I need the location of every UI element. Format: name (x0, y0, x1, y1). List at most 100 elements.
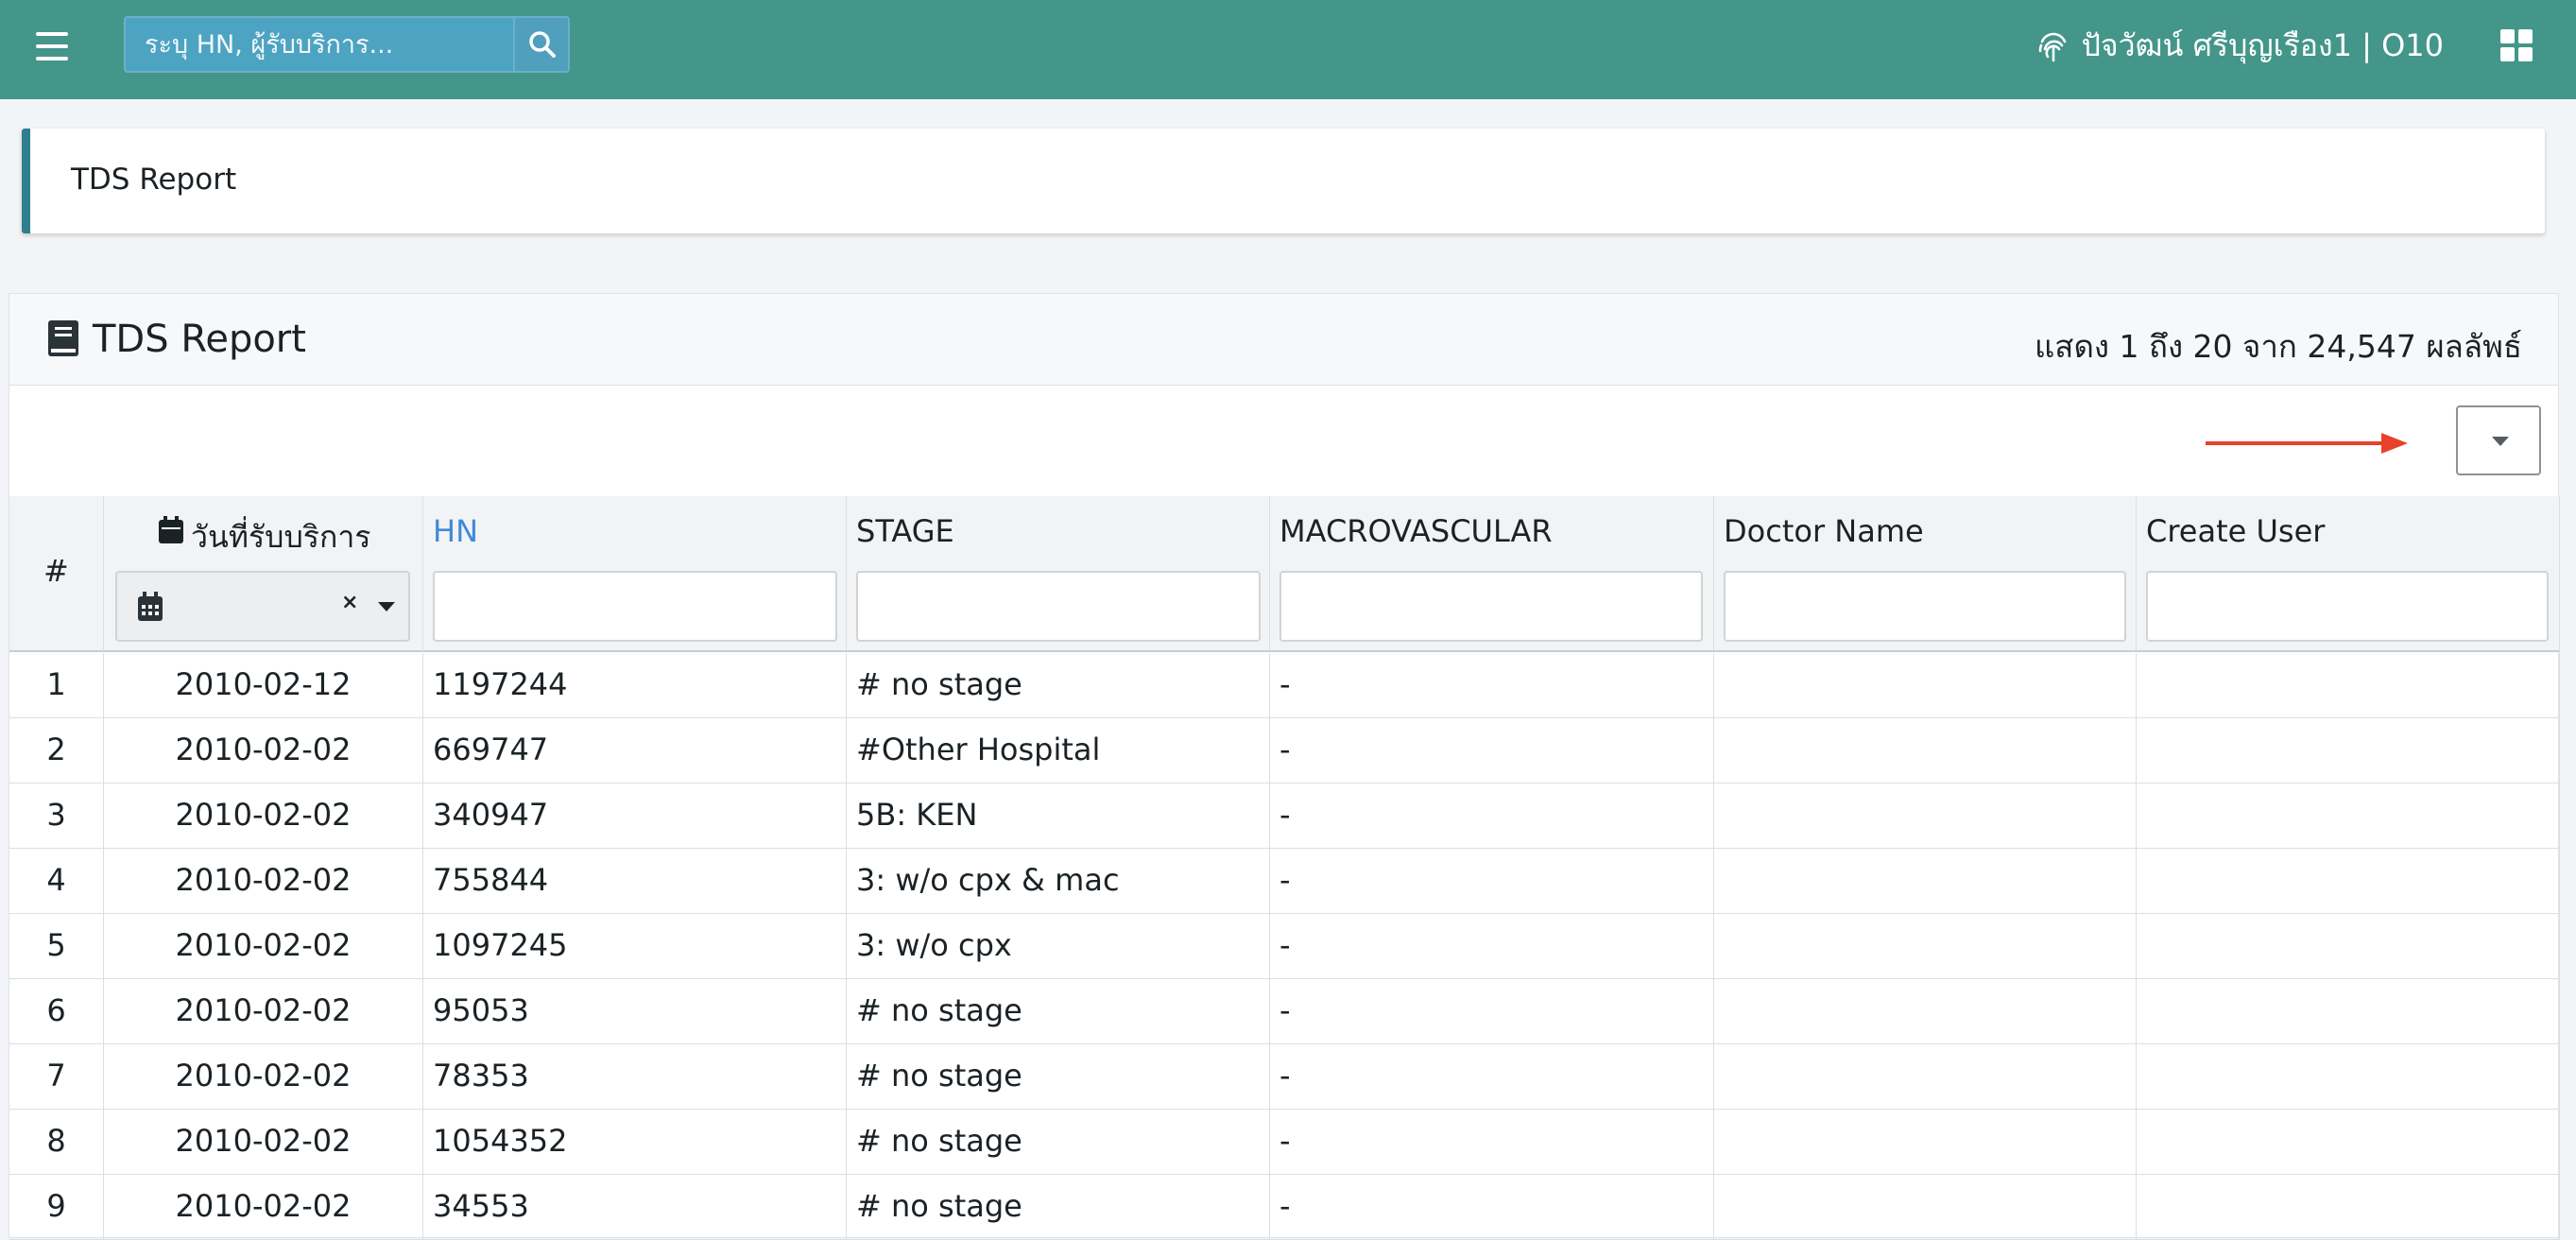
cell-index: 1 (9, 653, 104, 718)
panel-title: TDS Report (93, 318, 306, 361)
table-row[interactable]: 6 2010-02-02 95053 # no stage - (9, 979, 2560, 1044)
cell-index: 3 (9, 784, 104, 849)
cell-doctor-name (1714, 1110, 2137, 1175)
cell-macrovascular: - (1270, 849, 1714, 914)
cell-hn: 755844 (423, 849, 847, 914)
column-header-index: # (9, 496, 104, 652)
cell-hn: 1197244 (423, 653, 847, 718)
cell-stage: 3: w/o cpx & mac (847, 849, 1270, 914)
column-toggle-dropdown[interactable] (2456, 405, 2541, 475)
filter-input-hn[interactable] (433, 571, 837, 642)
column-header-macrovascular: MACROVASCULAR (1270, 496, 1714, 652)
page-title-card: TDS Report (22, 129, 2545, 233)
cell-stage: # no stage (847, 653, 1270, 718)
cell-macrovascular: - (1270, 784, 1714, 849)
cell-hn: 95053 (423, 979, 847, 1044)
cell-doctor-name (1714, 1175, 2137, 1240)
cell-create-user (2137, 914, 2560, 979)
table-row[interactable]: 2 2010-02-02 669747 #Other Hospital - (9, 718, 2560, 784)
cell-doctor-name (1714, 718, 2137, 784)
cell-index: 6 (9, 979, 104, 1044)
cell-service-date: 2010-02-02 (104, 784, 423, 849)
filter-input-create-user[interactable] (2146, 571, 2549, 642)
cell-macrovascular: - (1270, 1175, 1714, 1240)
table-row[interactable]: 3 2010-02-02 340947 5B: KEN - (9, 784, 2560, 849)
cell-doctor-name (1714, 849, 2137, 914)
table-row[interactable]: 4 2010-02-02 755844 3: w/o cpx & mac - (9, 849, 2560, 914)
top-navbar: ปัจวัฒน์ ศรีบุญเรือง1 | O10 (0, 0, 2576, 99)
cell-create-user (2137, 1110, 2560, 1175)
table-row[interactable]: 9 2010-02-02 34553 # no stage - (9, 1175, 2560, 1240)
cell-index: 8 (9, 1110, 104, 1175)
table-row[interactable]: 7 2010-02-02 78353 # no stage - (9, 1044, 2560, 1110)
cell-service-date: 2010-02-02 (104, 1044, 423, 1110)
cell-create-user (2137, 979, 2560, 1044)
cell-create-user (2137, 718, 2560, 784)
table-row[interactable]: 5 2010-02-02 1097245 3: w/o cpx - (9, 914, 2560, 979)
cell-hn: 1054352 (423, 1110, 847, 1175)
cell-macrovascular: - (1270, 1110, 1714, 1175)
column-header-service-date: วันที่รับบริการ × (104, 496, 423, 652)
cell-service-date: 2010-02-02 (104, 718, 423, 784)
cell-create-user (2137, 784, 2560, 849)
cell-doctor-name (1714, 784, 2137, 849)
sort-link-hn[interactable]: HN (433, 513, 478, 549)
cell-index: 5 (9, 914, 104, 979)
user-menu[interactable]: ปัจวัฒน์ ศรีบุญเรือง1 | O10 (2036, 25, 2444, 66)
cell-service-date: 2010-02-12 (104, 653, 423, 718)
book-icon (48, 320, 78, 356)
cell-stage: # no stage (847, 1175, 1270, 1240)
search-input[interactable] (126, 18, 513, 71)
caret-down-icon (2492, 437, 2509, 446)
cell-stage: # no stage (847, 1110, 1270, 1175)
calendar-icon (138, 592, 163, 621)
search-box (124, 16, 570, 73)
cell-doctor-name (1714, 914, 2137, 979)
user-name-label: ปัจวัฒน์ ศรีบุญเรือง1 | O10 (2081, 26, 2444, 63)
cell-create-user (2137, 1175, 2560, 1240)
filter-input-doctor-name[interactable] (1724, 571, 2126, 642)
column-header-stage: STAGE (847, 496, 1270, 652)
calendar-icon (159, 516, 183, 543)
cell-index: 9 (9, 1175, 104, 1240)
cell-hn: 1097245 (423, 914, 847, 979)
clear-icon[interactable]: × (341, 591, 358, 614)
cell-macrovascular: - (1270, 718, 1714, 784)
cell-index: 4 (9, 849, 104, 914)
date-range-filter[interactable]: × (115, 571, 410, 642)
cell-service-date: 2010-02-02 (104, 1110, 423, 1175)
cell-create-user (2137, 1044, 2560, 1110)
cell-create-user (2137, 849, 2560, 914)
apps-grid-icon[interactable] (2500, 29, 2533, 61)
cell-hn: 669747 (423, 718, 847, 784)
cell-stage: 3: w/o cpx (847, 914, 1270, 979)
table-row[interactable]: 1 2010-02-12 1197244 # no stage - (9, 653, 2560, 718)
red-arrow-icon (2206, 433, 2408, 454)
column-header-hn: HN (423, 496, 847, 652)
cell-macrovascular: - (1270, 914, 1714, 979)
cell-hn: 78353 (423, 1044, 847, 1110)
cell-index: 7 (9, 1044, 104, 1110)
cell-hn: 340947 (423, 784, 847, 849)
cell-hn: 34553 (423, 1175, 847, 1240)
search-icon (529, 31, 556, 58)
cell-doctor-name (1714, 979, 2137, 1044)
cell-create-user (2137, 653, 2560, 718)
search-button[interactable] (513, 18, 568, 71)
cell-stage: # no stage (847, 979, 1270, 1044)
cell-stage: 5B: KEN (847, 784, 1270, 849)
cell-stage: # no stage (847, 1044, 1270, 1110)
caret-down-icon[interactable] (378, 602, 395, 611)
cell-macrovascular: - (1270, 653, 1714, 718)
fingerprint-icon (2038, 32, 2066, 62)
column-header-create-user: Create User (2137, 496, 2560, 652)
cell-doctor-name (1714, 653, 2137, 718)
cell-service-date: 2010-02-02 (104, 979, 423, 1044)
cell-service-date: 2010-02-02 (104, 1175, 423, 1240)
table-row[interactable]: 8 2010-02-02 1054352 # no stage - (9, 1110, 2560, 1175)
filter-input-macrovascular[interactable] (1279, 571, 1703, 642)
hamburger-menu-icon[interactable] (36, 32, 68, 60)
cell-doctor-name (1714, 1044, 2137, 1110)
cell-stage: #Other Hospital (847, 718, 1270, 784)
filter-input-stage[interactable] (856, 571, 1261, 642)
